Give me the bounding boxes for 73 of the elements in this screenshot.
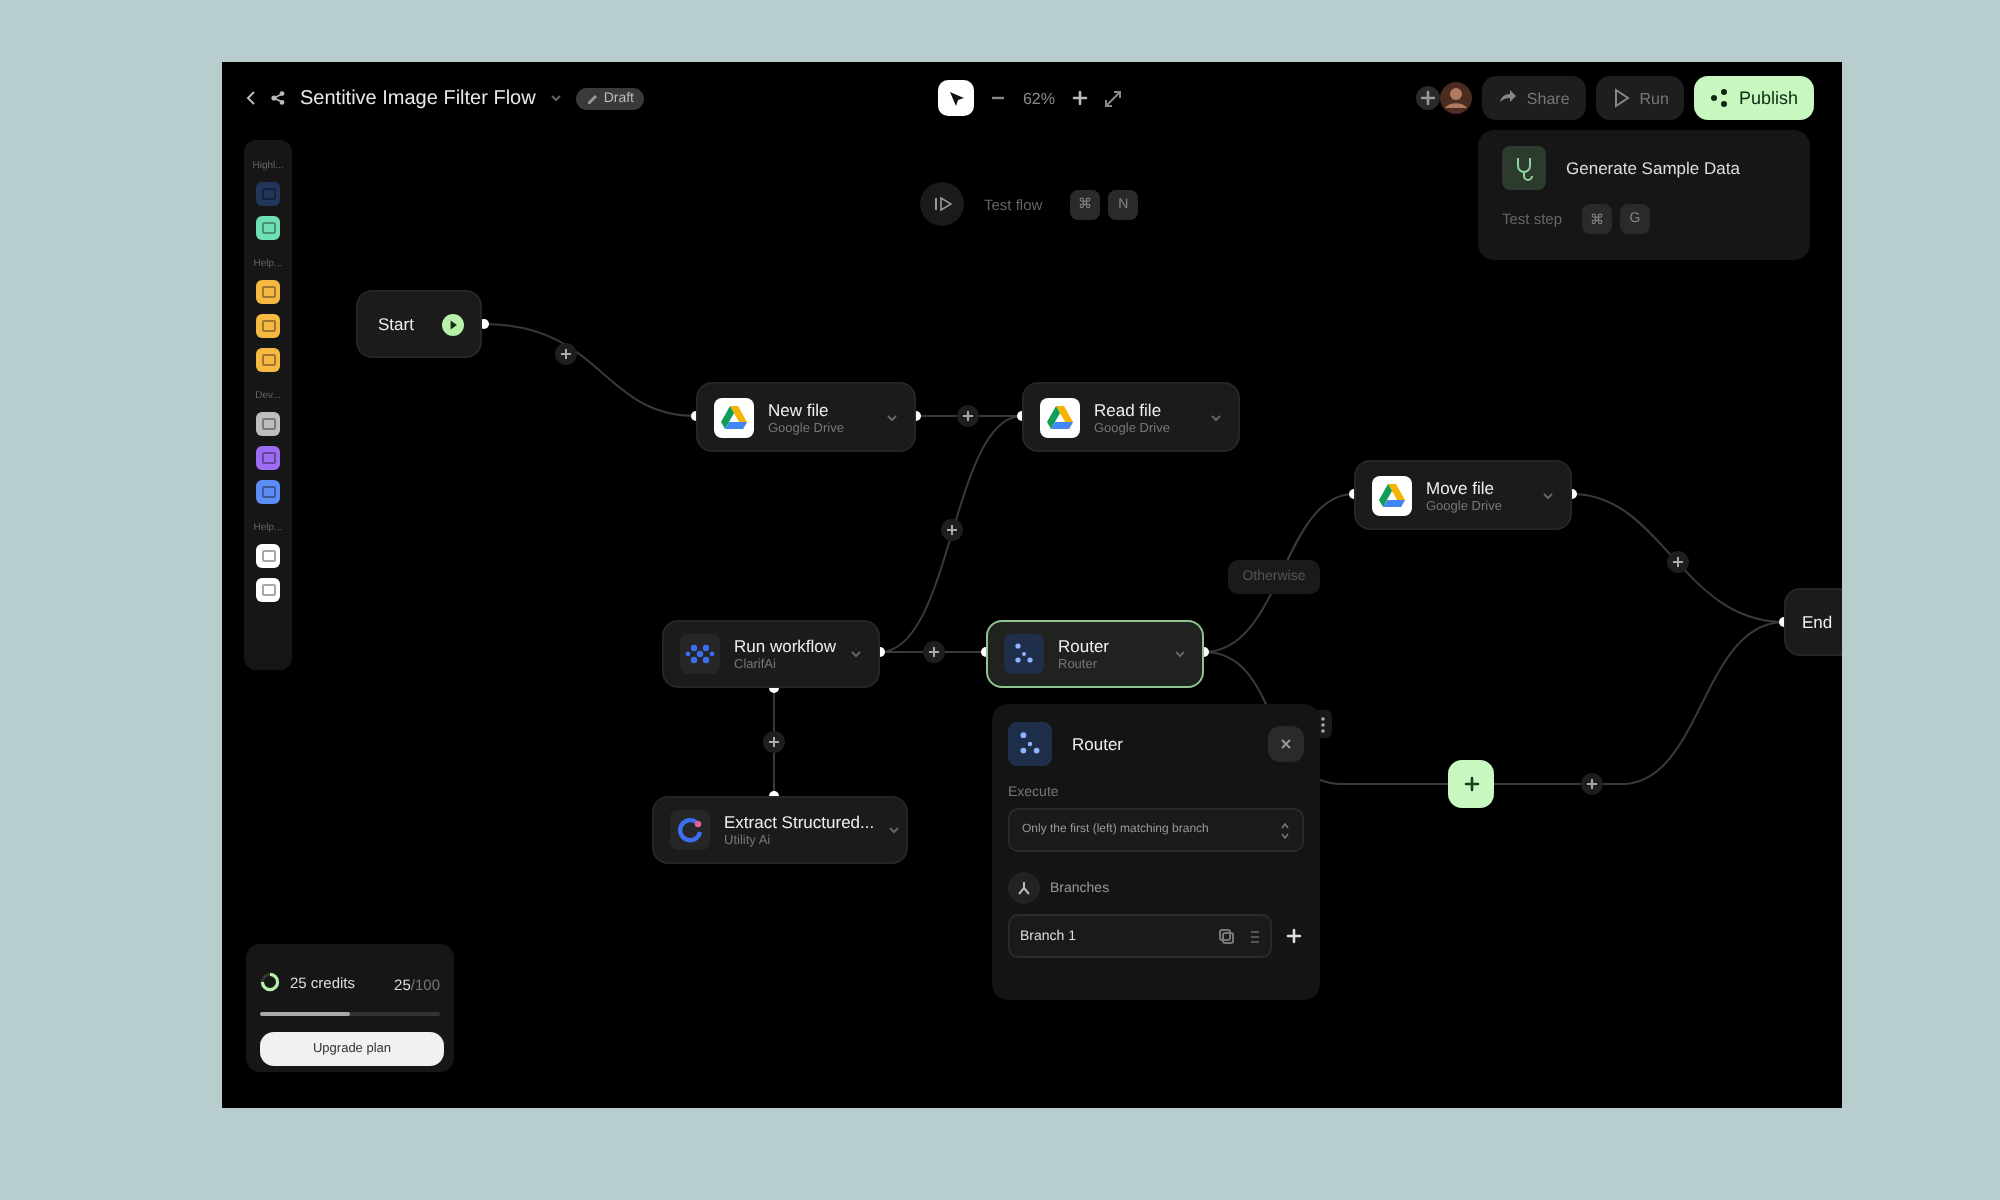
sidebar-tool[interactable] [256, 480, 280, 504]
flow-icon [270, 90, 286, 106]
caret-icon [850, 650, 863, 658]
add-step-icon[interactable] [941, 519, 963, 541]
caret-icon [549, 94, 562, 102]
flow-node[interactable]: End [1784, 588, 1842, 656]
sidebar-tool[interactable] [256, 314, 280, 338]
node-title: End [1802, 612, 1835, 632]
progress-ring-icon [260, 972, 280, 992]
add-step-button[interactable] [1448, 760, 1494, 808]
add-step-icon[interactable] [923, 641, 945, 663]
copy-icon[interactable] [1218, 928, 1234, 944]
close-icon [1280, 738, 1292, 750]
plus-icon [1461, 774, 1481, 794]
sidebar-tool[interactable] [256, 280, 280, 304]
expand-icon[interactable] [1103, 89, 1121, 107]
zoom-level: 62% [1022, 89, 1055, 107]
node-title: Extract Structured... [724, 812, 875, 832]
sidebar-tool[interactable] [256, 578, 280, 602]
branch-icon [1016, 880, 1032, 896]
stethoscope-icon[interactable] [1502, 146, 1546, 190]
add-branch-icon[interactable] [1284, 926, 1304, 946]
test-flow-button[interactable] [920, 182, 964, 226]
drive-icon [1040, 397, 1080, 437]
kebab-icon [1320, 715, 1326, 733]
header-button[interactable]: Run [1595, 76, 1685, 120]
node-title: New file [768, 399, 831, 419]
swirl-icon [670, 810, 710, 850]
add-step-icon[interactable] [555, 343, 577, 365]
panel-title: Router [1072, 734, 1126, 754]
router-icon [1008, 722, 1052, 766]
node-title: Start [378, 314, 416, 334]
sidebar-tool[interactable] [256, 412, 280, 436]
updown-icon [1280, 821, 1290, 839]
drive-icon [714, 397, 754, 437]
add-step-icon[interactable] [763, 731, 785, 753]
header-button[interactable]: Share [1482, 76, 1586, 120]
drag-handle-icon[interactable] [1250, 929, 1260, 943]
caret-icon [888, 826, 901, 834]
add-step-icon[interactable] [1581, 773, 1603, 795]
avatar-icon [1440, 82, 1473, 114]
pointer-tool-button[interactable] [938, 80, 975, 116]
flow-node[interactable]: Start [356, 290, 482, 358]
flow-title[interactable]: Sentitive Image Filter Flow [300, 87, 536, 109]
back-icon[interactable] [246, 90, 256, 106]
sidebar-tool[interactable] [256, 216, 280, 240]
cursor-icon [947, 89, 966, 107]
add-step-icon[interactable] [957, 405, 979, 427]
node-title: Read file [1094, 399, 1164, 419]
drive-icon [1372, 475, 1412, 515]
step-play-icon [933, 196, 951, 212]
zoom-in-icon[interactable] [1069, 88, 1089, 108]
dots-grid-icon [680, 634, 720, 674]
play-icon[interactable] [442, 313, 464, 335]
add-collaborator-icon[interactable] [1416, 86, 1441, 110]
caret-icon [886, 413, 898, 421]
node-title: Move file [1426, 477, 1497, 497]
menu-item-label[interactable]: Generate Sample Data [1566, 158, 1740, 178]
node-title: Run workflow [734, 636, 837, 656]
sidebar-tool[interactable] [256, 544, 280, 568]
pencil-icon [585, 92, 598, 104]
header-button[interactable]: Publish [1694, 76, 1814, 120]
caret-icon [1210, 413, 1222, 421]
add-step-icon[interactable] [1667, 551, 1689, 573]
share-nodes-icon [1710, 88, 1731, 108]
share-icon [1498, 88, 1519, 108]
router-icon [1004, 634, 1044, 674]
sidebar-tool[interactable] [256, 348, 280, 372]
node-title: Router [1058, 636, 1112, 656]
close-button[interactable] [1268, 726, 1304, 762]
play-icon [1611, 88, 1632, 108]
caret-icon [1174, 650, 1186, 658]
caret-icon [1542, 491, 1554, 499]
